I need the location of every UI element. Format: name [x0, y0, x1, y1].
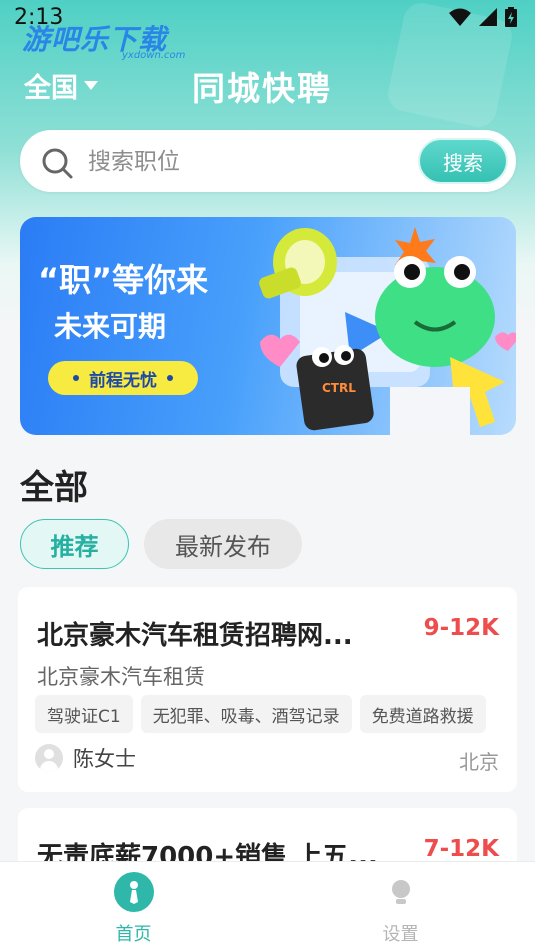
promo-banner[interactable]: “职”等你来 未来可期 前程无忧 CTRL — [20, 217, 516, 435]
banner-pill-label: 前程无忧 — [89, 370, 157, 391]
job-salary: 9-12K — [423, 615, 499, 641]
settings-icon — [381, 872, 421, 912]
job-tag: 无犯罪、吸毒、酒驾记录 — [140, 695, 352, 733]
battery-icon — [505, 7, 517, 27]
signal-icon — [479, 8, 497, 26]
tab-recommended[interactable]: 推荐 — [20, 519, 129, 569]
job-tag: 免费道路救援 — [359, 695, 486, 733]
bottom-nav: 首页 设置 — [0, 861, 535, 951]
pill-dot-right — [167, 375, 173, 381]
job-tag: 驾驶证C1 — [35, 695, 133, 733]
banner-subtitle: 未来可期 — [54, 310, 167, 343]
banner-illustration: CTRL — [259, 227, 516, 435]
search-button[interactable]: 搜索 — [418, 138, 508, 184]
nav-item-home[interactable]: 首页 — [0, 862, 267, 951]
city-label: 全国 — [24, 73, 78, 104]
search-bar[interactable]: 搜索 — [20, 130, 516, 192]
job-card[interactable]: 北京豪木汽车租赁招聘网... 9-12K 北京豪木汽车租赁 驾驶证C1 无犯罪、… — [18, 587, 517, 792]
app-title: 同城快聘 — [192, 69, 332, 108]
search-input[interactable] — [88, 144, 428, 180]
ctrl-key-label: CTRL — [322, 381, 356, 395]
job-salary: 7-12K — [423, 836, 499, 862]
search-icon — [42, 148, 73, 179]
avatar-icon — [35, 744, 63, 772]
job-title: 北京豪木汽车租赁招聘网... — [37, 621, 353, 651]
pill-dot-left — [73, 375, 79, 381]
home-icon — [113, 872, 154, 912]
wifi-icon — [449, 8, 471, 26]
tab-latest[interactable]: 最新发布 — [144, 519, 302, 569]
nav-label-home: 首页 — [115, 924, 152, 945]
job-city: 北京 — [459, 750, 499, 774]
caret-down-icon — [84, 81, 98, 90]
status-icons — [449, 7, 517, 27]
nav-item-settings[interactable]: 设置 — [267, 862, 534, 951]
section-title: 全部 — [20, 468, 88, 508]
ctrl-key-icon: CTRL — [296, 345, 374, 431]
banner-title: “职”等你来 — [38, 261, 209, 299]
nav-label-settings: 设置 — [382, 924, 419, 945]
app-header: 全国 同城快聘 — [0, 60, 535, 110]
banner-pill: 前程无忧 — [48, 361, 198, 395]
job-tags: 驾驶证C1 无犯罪、吸毒、酒驾记录 免费道路救援 — [35, 695, 505, 733]
city-selector[interactable]: 全国 — [24, 66, 98, 105]
contact-name: 陈女士 — [73, 747, 136, 771]
job-contact: 陈女士 — [35, 743, 136, 773]
job-company: 北京豪木汽车租赁 — [37, 665, 205, 689]
